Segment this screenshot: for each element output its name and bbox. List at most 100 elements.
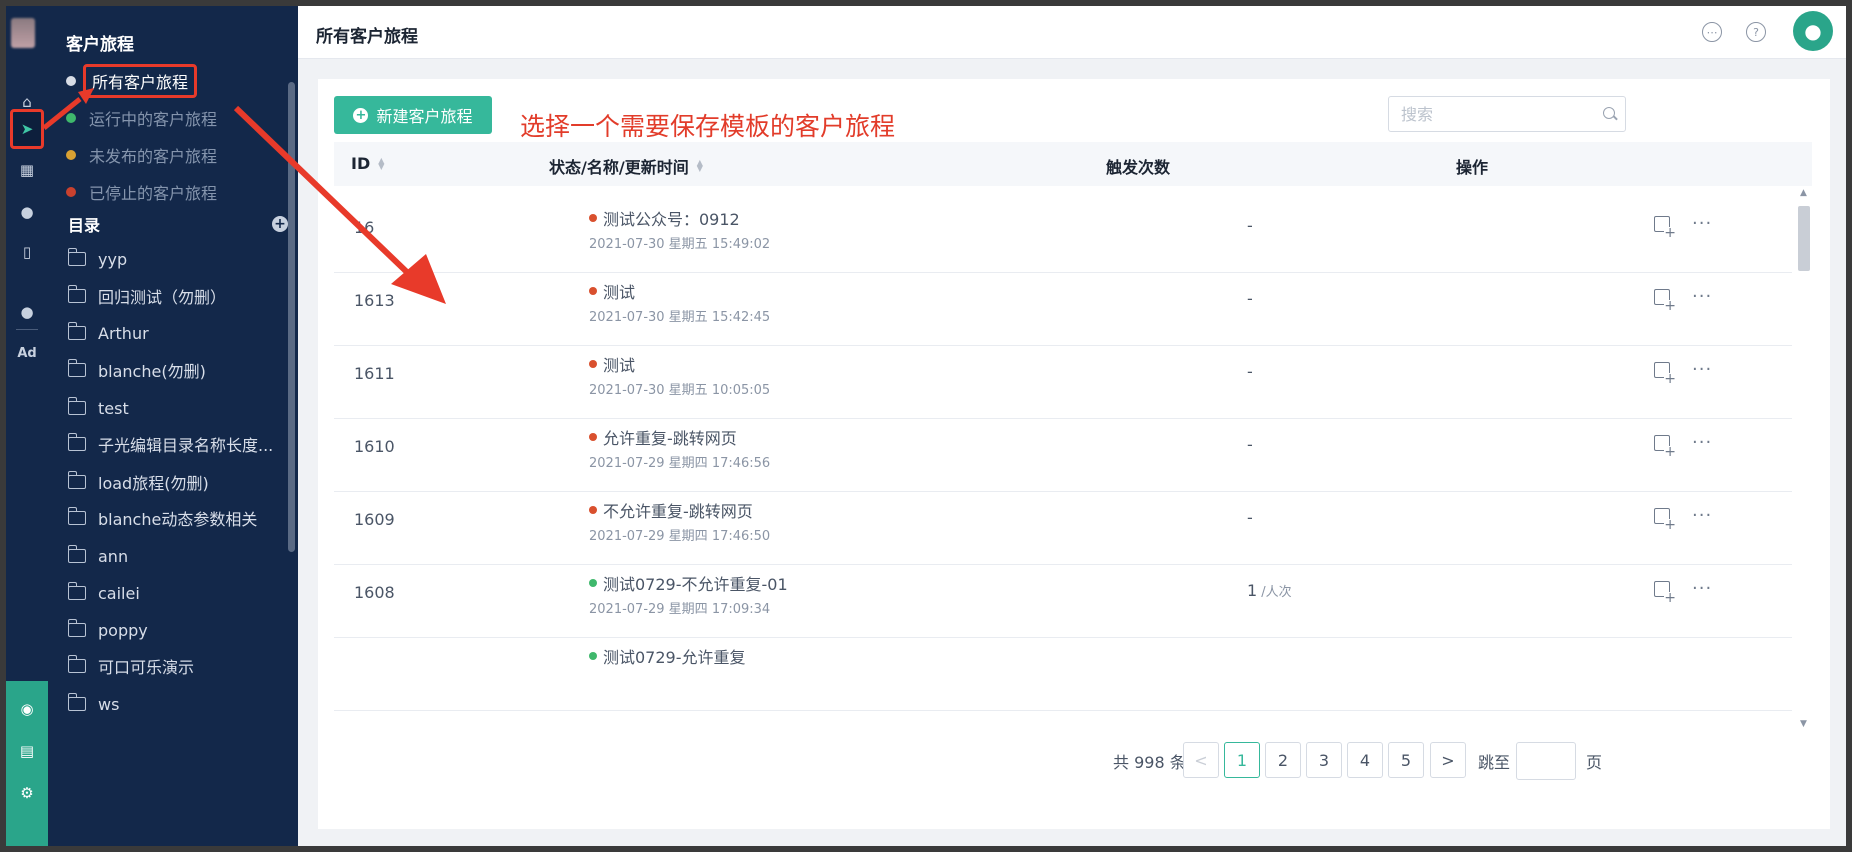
page-button-2[interactable]: 2 xyxy=(1265,742,1301,778)
table-scrollbar[interactable]: ▲ ▼ xyxy=(1796,186,1812,731)
row-name[interactable]: 不允许重复-跳转网页 xyxy=(589,498,753,522)
folder-item[interactable]: yyp xyxy=(68,244,278,274)
more-icon[interactable]: ··· xyxy=(1692,288,1712,306)
trigger-unit: /人次 xyxy=(1261,585,1292,600)
folder-item[interactable]: ws xyxy=(68,689,278,719)
user-icon[interactable]: ● xyxy=(13,198,41,226)
brand-logo xyxy=(11,18,35,48)
folder-label: poppy xyxy=(98,620,148,640)
folder-item[interactable]: ann xyxy=(68,541,278,571)
radar-icon[interactable]: ◉ xyxy=(13,695,41,723)
folder-item[interactable]: poppy xyxy=(68,615,278,645)
user-avatar-icon[interactable]: ● xyxy=(1793,11,1833,51)
page-button-4[interactable]: 4 xyxy=(1347,742,1383,778)
row-updated-time: 2021-07-30 星期五 10:05:05 xyxy=(589,383,771,398)
scrollbar-thumb[interactable] xyxy=(1798,206,1810,271)
ad-icon[interactable]: Ad xyxy=(13,339,41,367)
settings-icon[interactable]: ⚙ xyxy=(13,779,41,807)
row-name[interactable]: 测试0729-不允许重复-01 xyxy=(589,571,788,595)
help-icon[interactable]: ? xyxy=(1746,22,1766,42)
folder-icon xyxy=(68,397,86,415)
folder-icon xyxy=(68,582,86,600)
save-template-icon[interactable] xyxy=(1654,435,1677,458)
folder-item[interactable]: blanche动态参数相关 xyxy=(68,503,278,533)
table-header: ID ▲ ▼ 状态/名称/更新时间 ▲ ▼ 触发次数 操作 xyxy=(334,142,1812,186)
folder-label: load旅程(勿删) xyxy=(98,474,209,493)
sort-icon[interactable]: ▲ ▼ xyxy=(697,159,703,173)
prev-page-button[interactable]: < xyxy=(1183,742,1219,778)
folder-item[interactable]: 子光编辑目录名称长度... xyxy=(68,429,278,459)
next-page-button[interactable]: > xyxy=(1430,742,1466,778)
save-template-icon[interactable] xyxy=(1654,289,1677,312)
folder-item[interactable]: test xyxy=(68,393,278,423)
row-trigger-count: - xyxy=(1247,289,1253,308)
more-icon[interactable]: ··· xyxy=(1692,215,1712,233)
status-dot xyxy=(589,360,597,368)
column-actions: 操作 xyxy=(1456,154,1488,178)
search-input[interactable] xyxy=(1399,97,1593,131)
folder-item[interactable]: Arthur xyxy=(68,318,278,348)
row-actions: ··· xyxy=(1654,361,1712,385)
row-updated-time: 2021-07-30 星期五 15:42:45 xyxy=(589,310,771,325)
page-button-1[interactable]: 1 xyxy=(1224,742,1260,778)
row-id: 1610 xyxy=(354,437,395,456)
nav-item-all-journeys[interactable]: 所有客户旅程 xyxy=(66,64,198,98)
status-dot xyxy=(589,214,597,222)
save-template-icon[interactable] xyxy=(1654,216,1677,239)
folder-icon xyxy=(68,359,86,377)
row-name[interactable]: 测试0729-允许重复 xyxy=(589,644,746,668)
nav-item-stopped-journeys[interactable]: 已停止的客户旅程 xyxy=(66,177,217,207)
row-updated-time: 2021-07-29 星期四 17:09:34 xyxy=(589,602,771,617)
plus-circle-icon: + xyxy=(353,107,369,123)
more-icon[interactable]: ··· xyxy=(1692,507,1712,525)
row-name-label: 测试 xyxy=(603,356,636,375)
nav-item-label: 已停止的客户旅程 xyxy=(89,184,218,203)
table-row[interactable]: 测试0729-允许重复 xyxy=(334,624,1792,711)
save-template-icon[interactable] xyxy=(1654,362,1677,385)
more-icon[interactable]: ··· xyxy=(1692,580,1712,598)
wechat-icon[interactable]: ● xyxy=(13,298,41,326)
server-icon[interactable]: ▤ xyxy=(13,737,41,765)
chat-icon[interactable]: ⋯ xyxy=(1702,22,1722,42)
save-template-icon[interactable] xyxy=(1654,581,1677,604)
save-template-icon[interactable] xyxy=(1654,508,1677,531)
row-trigger-count: - xyxy=(1247,435,1253,454)
nav-item-unpublished-journeys[interactable]: 未发布的客户旅程 xyxy=(66,140,217,170)
search-icon[interactable] xyxy=(1603,107,1615,119)
folder-item[interactable]: cailei xyxy=(68,578,278,608)
rail-divider xyxy=(16,329,38,330)
page-title: 所有客户旅程 xyxy=(316,27,418,47)
nav-item-running-journeys[interactable]: 运行中的客户旅程 xyxy=(66,103,217,133)
layout-icon[interactable]: ▦ xyxy=(13,156,41,184)
folder-item[interactable]: 可口可乐演示 xyxy=(68,651,278,681)
row-name[interactable]: 测试公众号：0912 xyxy=(589,206,740,230)
scroll-down-icon[interactable]: ▼ xyxy=(1800,719,1807,729)
row-name[interactable]: 测试 xyxy=(589,352,635,376)
column-id[interactable]: ID ▲ ▼ xyxy=(351,154,384,173)
page-button-5[interactable]: 5 xyxy=(1388,742,1424,778)
send-icon[interactable]: ➤ xyxy=(10,109,44,149)
row-name[interactable]: 允许重复-跳转网页 xyxy=(589,425,737,449)
folder-label: blanche动态参数相关 xyxy=(98,510,258,529)
page-button-3[interactable]: 3 xyxy=(1306,742,1342,778)
column-status-name-time[interactable]: 状态/名称/更新时间 ▲ ▼ xyxy=(549,154,703,178)
bar-chart-icon[interactable]: ▯ xyxy=(13,238,41,266)
folder-icon xyxy=(68,322,86,340)
folder-item[interactable]: blanche(勿删) xyxy=(68,355,278,385)
new-journey-button[interactable]: + 新建客户旅程 xyxy=(334,96,492,134)
more-icon[interactable]: ··· xyxy=(1692,434,1712,452)
scroll-up-icon[interactable]: ▲ xyxy=(1800,188,1807,198)
folder-item[interactable]: load旅程(勿删) xyxy=(68,467,278,497)
row-name[interactable]: 测试 xyxy=(589,279,635,303)
folder-icon xyxy=(68,471,86,489)
folder-icon xyxy=(68,545,86,563)
jump-page-input[interactable] xyxy=(1516,742,1576,780)
more-icon[interactable]: ··· xyxy=(1692,361,1712,379)
sidebar-scrollbar[interactable] xyxy=(288,82,295,552)
add-folder-icon[interactable]: + xyxy=(272,216,288,232)
folder-item[interactable]: 回归测试（勿删） xyxy=(68,281,278,311)
sort-icon[interactable]: ▲ ▼ xyxy=(378,156,384,170)
status-dot xyxy=(589,433,597,441)
search-box[interactable] xyxy=(1388,96,1626,132)
page-suffix: 页 xyxy=(1586,753,1603,772)
